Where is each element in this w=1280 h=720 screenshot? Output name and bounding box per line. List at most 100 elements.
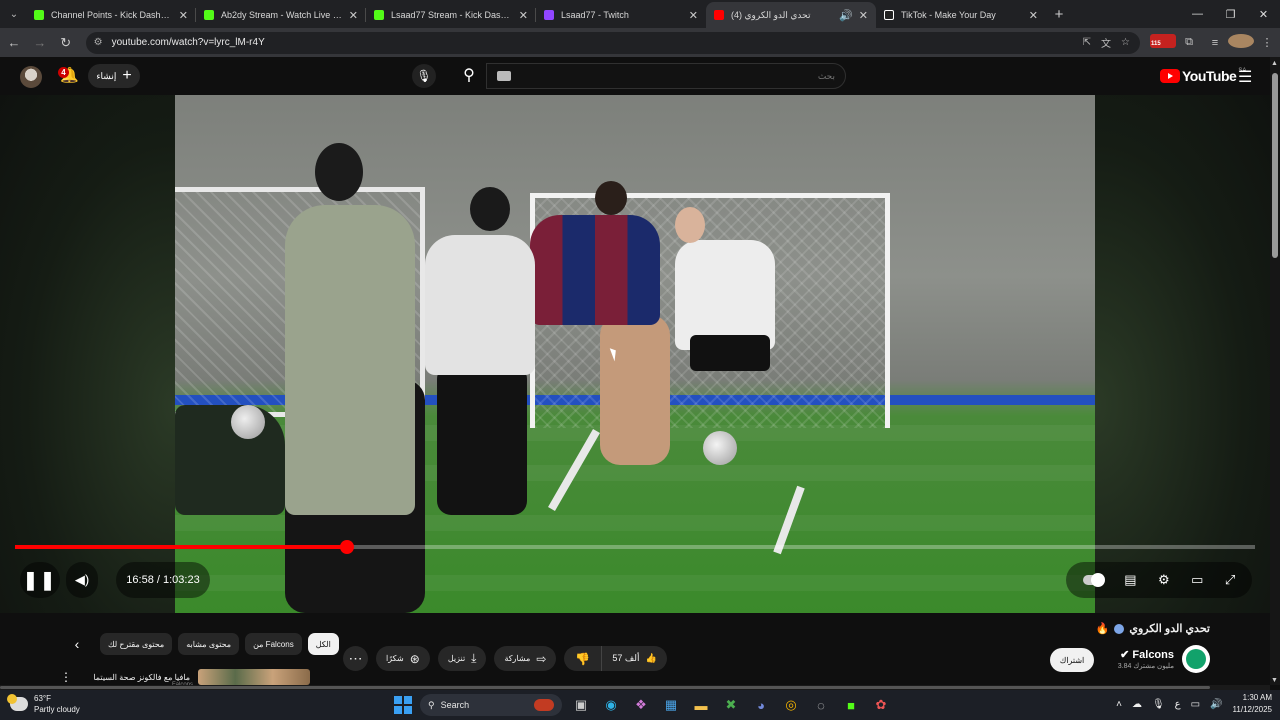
windows-start-icon[interactable] xyxy=(394,696,412,714)
youtube-logo[interactable]: YouTube SA xyxy=(1160,68,1246,84)
taskbar-apps: ⚲ Search ▣ ◉ ❖ ▦ ▬ ✖ ◕ ◎ ◌ ■ ✿ xyxy=(394,694,892,716)
chip-related[interactable]: محتوى مشابه xyxy=(178,633,240,655)
close-tab-icon[interactable]: ✕ xyxy=(1029,9,1038,22)
back-icon[interactable]: ← xyxy=(2,35,26,50)
close-tab-icon[interactable]: ✕ xyxy=(859,9,868,22)
create-button[interactable]: إنشاء + xyxy=(88,64,140,88)
scroll-down-icon[interactable]: ▼ xyxy=(1271,677,1278,684)
file-explorer-icon[interactable]: ▬ xyxy=(690,694,712,716)
horizontal-scrollbar-thumb[interactable] xyxy=(0,686,1210,689)
volume-icon[interactable]: ◀) xyxy=(66,562,98,598)
logo-wordmark: YouTube xyxy=(1182,68,1237,84)
reload-icon[interactable]: ↻ xyxy=(54,35,78,51)
store-icon[interactable]: ▦ xyxy=(660,694,682,716)
tab-6[interactable]: TikTok - Make Your Day ✕ xyxy=(876,2,1046,28)
chip-from-channel[interactable]: من Falcons xyxy=(245,633,302,655)
settings-gear-icon[interactable]: ⚙ xyxy=(1158,572,1170,588)
close-tab-icon[interactable]: ✕ xyxy=(179,9,188,22)
extensions-puzzle-icon[interactable]: ⧉ xyxy=(1176,36,1202,49)
close-tab-icon[interactable]: ✕ xyxy=(689,9,698,22)
scroll-up-icon[interactable]: ▲ xyxy=(1271,60,1278,67)
new-tab-button[interactable]: + xyxy=(1046,6,1072,23)
voice-search-mic-icon[interactable]: 🎙 xyxy=(412,64,436,88)
volume-icon[interactable]: 🔊 xyxy=(1210,699,1222,710)
speaker-icon[interactable]: 🔊 xyxy=(839,9,853,22)
like-button[interactable]: 57 ألف 👍 xyxy=(602,646,666,671)
install-app-icon[interactable]: ⇱ xyxy=(1083,37,1091,48)
video-player[interactable]: ❚❚ ◀) 16:58 / 1:03:23 ▤ ⚙ ▭ ⤢ xyxy=(0,95,1270,613)
chip-recommended[interactable]: محتوى مقترح لك xyxy=(100,633,173,655)
discord-icon[interactable]: ◕ xyxy=(750,694,772,716)
channel-name[interactable]: ✔ Falcons xyxy=(1120,648,1174,661)
chrome-icon[interactable]: ◎ xyxy=(780,694,802,716)
minimize-icon[interactable]: — xyxy=(1181,8,1214,20)
extension-badge-icon[interactable]: 115 xyxy=(1150,34,1177,51)
onedrive-cloud-icon[interactable]: ☁ xyxy=(1132,699,1142,710)
tab-2[interactable]: Ab2dy Stream - Watch Live on Kick ✕ xyxy=(196,2,366,28)
search-icon[interactable]: ⚲ xyxy=(452,62,486,90)
dislike-icon[interactable]: 👎 xyxy=(564,646,603,671)
weather-widget[interactable]: 63°F Partly cloudy xyxy=(7,693,80,715)
clock[interactable]: 1:30 AM 11/12/2025 xyxy=(1233,692,1272,716)
xbox-icon[interactable]: ✖ xyxy=(720,694,742,716)
taskbar-search[interactable]: ⚲ Search xyxy=(420,694,562,716)
recommended-title[interactable]: مافيا مع فالكونز صحة السيتما xyxy=(80,673,190,682)
kick-app-icon[interactable]: ■ xyxy=(840,694,862,716)
profile-avatar[interactable] xyxy=(1228,34,1255,51)
download-label: تنزيل xyxy=(447,654,466,663)
tray-chevron-up-icon[interactable]: ˄ xyxy=(1116,699,1122,710)
theater-mode-icon[interactable]: ▭ xyxy=(1191,572,1203,588)
tab-4[interactable]: Lsaad77 - Twitch ✕ xyxy=(536,2,706,28)
forward-icon[interactable]: → xyxy=(28,35,52,50)
scrollbar-thumb[interactable] xyxy=(1272,73,1278,258)
subscribe-button[interactable]: اشتراك xyxy=(1050,648,1094,672)
thanks-button[interactable]: شكرًا ⊛ xyxy=(376,646,430,671)
translate-icon[interactable]: 文 xyxy=(1101,35,1111,50)
video-details: تحدي الدو الكروي 🔥 ✔ Falcons 3.84 مليون … xyxy=(0,613,1270,688)
more-actions-icon[interactable]: ⋯ xyxy=(343,646,368,671)
account-avatar[interactable] xyxy=(20,66,42,88)
copilot-icon[interactable]: ❖ xyxy=(630,694,652,716)
keyboard-icon[interactable] xyxy=(497,71,511,81)
download-button[interactable]: تنزيل ⤓ xyxy=(437,646,487,671)
edge-icon[interactable]: ◉ xyxy=(600,694,622,716)
channel-avatar[interactable] xyxy=(1182,645,1210,673)
bookmark-star-icon[interactable]: ☆ xyxy=(1121,37,1130,48)
recommended-thumbnail[interactable] xyxy=(198,669,310,685)
url-field[interactable]: ⚙ youtube.com/watch?v=lyrc_lM-r4Y ⇱ 文 ☆ xyxy=(85,31,1141,54)
autoplay-toggle[interactable] xyxy=(1082,573,1105,587)
restore-icon[interactable]: ❐ xyxy=(1214,8,1247,21)
chip-all[interactable]: الكل xyxy=(307,633,339,655)
tab-1[interactable]: Channel Points - Kick Dashboard ✕ xyxy=(26,2,196,28)
close-tab-icon[interactable]: ✕ xyxy=(519,9,528,22)
guide-menu-icon[interactable]: ☰ xyxy=(1238,67,1252,87)
language-indicator[interactable]: ع xyxy=(1175,699,1181,710)
progress-bar[interactable] xyxy=(15,540,1255,554)
tab-5-active[interactable]: (4) تحدي الدو الكروي 🔊 ✕ xyxy=(706,2,876,28)
tab-search-icon[interactable]: ⌄ xyxy=(2,2,26,26)
search-input[interactable] xyxy=(535,69,835,85)
more-options-icon[interactable]: ⋮ xyxy=(60,670,72,684)
share-button[interactable]: مشاركة ⇨ xyxy=(494,646,557,671)
task-view-icon[interactable]: ▣ xyxy=(570,694,592,716)
emoji-icon xyxy=(1114,623,1125,634)
obs-icon[interactable]: ◌ xyxy=(810,694,832,716)
tab-3[interactable]: Lsaad77 Stream - Kick Dashboard ✕ xyxy=(366,2,536,28)
reading-list-icon[interactable]: ≡ xyxy=(1202,37,1228,49)
network-icon[interactable]: ▭ xyxy=(1191,699,1200,710)
subtitles-icon[interactable]: ▤ xyxy=(1124,572,1136,588)
site-info-icon[interactable]: ⚙ xyxy=(94,37,108,48)
window-controls: — ❐ ✕ xyxy=(1181,0,1280,28)
browser-menu-icon[interactable]: ⋮ xyxy=(1254,36,1280,49)
app-icon[interactable]: ✿ xyxy=(870,694,892,716)
close-window-icon[interactable]: ✕ xyxy=(1247,8,1280,21)
recommended-video[interactable]: ⋮ مافيا مع فالكونز صحة السيتما Falcons xyxy=(60,669,310,688)
search-input-box[interactable] xyxy=(486,63,846,89)
chevron-left-icon[interactable]: ‹ xyxy=(60,636,94,652)
video-frame xyxy=(175,95,1095,613)
fullscreen-icon[interactable]: ⤢ xyxy=(1225,572,1235,588)
close-tab-icon[interactable]: ✕ xyxy=(349,9,358,22)
pause-button[interactable]: ❚❚ xyxy=(20,562,60,598)
thanks-label: شكرًا xyxy=(386,654,404,663)
mic-icon[interactable]: 🎙 xyxy=(1152,699,1165,710)
